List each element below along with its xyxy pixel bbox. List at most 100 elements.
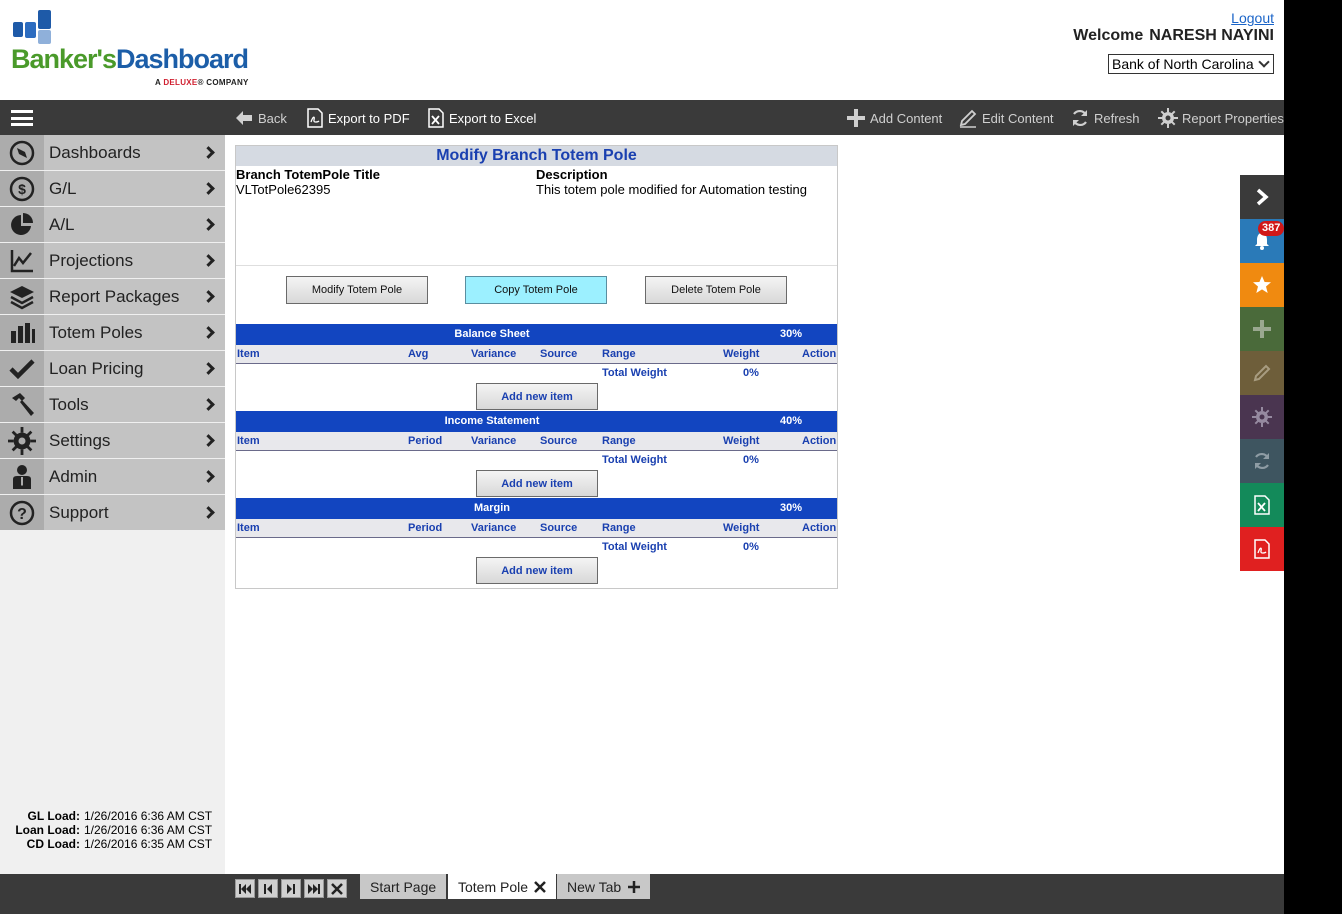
close-icon [331,882,343,895]
rail-refresh-button[interactable] [1240,439,1284,483]
data-load-info: GL Load: 1/26/2016 6:36 AM CST Loan Load:… [15,809,213,851]
chevron-down-icon [1258,56,1270,68]
last-tab-button[interactable] [304,879,324,898]
back-button[interactable]: Back [234,108,287,128]
edit-content-button[interactable]: Edit Content [958,108,1054,128]
close-all-tabs-button[interactable] [327,879,347,898]
refresh-icon [1073,109,1087,127]
sidebar-item-projections[interactable]: Projections [0,243,225,279]
sidebar-item-gl[interactable]: $ G/L [0,171,225,207]
next-icon [287,883,295,894]
pie-chart-icon [0,207,44,242]
tab-new-tab[interactable]: New Tab [557,874,651,899]
back-arrow-icon [236,111,252,125]
rail-export-pdf-button[interactable] [1240,527,1284,571]
refresh-icon [1255,452,1269,470]
delete-totem-pole-button[interactable]: Delete Totem Pole [645,276,787,304]
sidebar-item-support[interactable]: ? Support [0,495,225,531]
skip-first-icon [239,883,251,894]
add-new-item-button[interactable]: Add new item [476,383,598,410]
first-tab-button[interactable] [235,879,255,898]
report-properties-button[interactable]: Report Properties [1158,108,1284,128]
totem-pole-title: VLTotPole62395 [236,182,331,197]
totem-pole-panel: Modify Branch Totem Pole Branch TotemPol… [235,145,838,589]
plus-icon [1253,320,1271,338]
rail-add-content-button[interactable] [1240,307,1284,351]
chevron-right-icon [202,254,215,267]
logo-wordmark: Banker'sDashboard [11,44,249,74]
layers-icon [0,279,44,314]
total-weight-row: Total Weight 0% [602,541,759,553]
sidebar: Dashboards $ G/L A/L Projections Report … [0,135,225,874]
sidebar-item-admin[interactable]: Admin [0,459,225,495]
bar-chart-icon [0,315,44,350]
sidebar-item-tools[interactable]: Tools [0,387,225,423]
pencil-icon [959,109,977,128]
column-headers: Item Avg Variance Source Range Weight Ac… [236,345,837,364]
add-content-button[interactable]: Add Content [846,108,942,128]
chevron-right-icon [202,218,215,231]
totem-pole-info: Branch TotemPole Title VLTotPole62395 De… [236,166,837,266]
checkmark-icon [0,351,44,386]
sidebar-item-totem-poles[interactable]: Totem Poles [0,315,225,351]
excel-icon [1254,495,1270,515]
section-header-income-statement: Income Statement 40% [236,411,837,432]
export-excel-button[interactable]: Export to Excel [427,108,536,128]
welcome-text: Welcome NARESH NAYINI [1073,27,1274,44]
previous-tab-button[interactable] [258,879,278,898]
section-header-margin: Margin 30% [236,498,837,519]
tab-start-page[interactable]: Start Page [360,874,447,899]
chevron-right-icon [202,182,215,195]
column-headers: Item Period Variance Source Range Weight… [236,432,837,451]
chevron-right-icon [202,470,215,483]
tab-totem-pole[interactable]: Totem Pole [448,874,557,899]
section-header-balance-sheet: Balance Sheet 30% [236,324,837,345]
pdf-icon [1254,539,1270,559]
sidebar-item-al[interactable]: A/L [0,207,225,243]
question-icon: ? [0,495,44,530]
chevron-right-icon [202,290,215,303]
sidebar-item-settings[interactable]: Settings [0,423,225,459]
gear-icon [0,423,44,458]
next-tab-button[interactable] [281,879,301,898]
rail-export-excel-button[interactable] [1240,483,1284,527]
copy-totem-pole-button[interactable]: Copy Totem Pole [465,276,607,304]
header: Banker'sDashboard A DELUXE® COMPANY Logo… [0,0,1284,100]
logo-tagline: A DELUXE® COMPANY [155,78,249,87]
logout-link[interactable]: Logout [1231,10,1274,26]
expand-rail-button[interactable] [1240,175,1284,219]
toolbar: Back Export to PDF Export to Excel Add C… [0,100,1284,135]
title-column: Branch TotemPole Title VLTotPole62395 [236,167,380,197]
notifications-button[interactable]: 387 [1240,219,1284,263]
add-new-item-button[interactable]: Add new item [476,557,598,584]
line-chart-icon [0,243,44,278]
sidebar-item-loan-pricing[interactable]: Loan Pricing [0,351,225,387]
rail-edit-content-button[interactable] [1240,351,1284,395]
dollar-icon: $ [0,171,44,206]
compass-icon [0,135,44,170]
modify-totem-pole-button[interactable]: Modify Totem Pole [286,276,428,304]
star-icon [1253,276,1271,293]
action-buttons: Modify Totem Pole Copy Totem Pole Delete… [236,266,837,324]
add-new-item-button[interactable]: Add new item [476,470,598,497]
bank-select[interactable]: Bank of North Carolina [1108,54,1274,74]
column-headers: Item Period Variance Source Range Weight… [236,519,837,538]
plus-icon [847,109,865,127]
chevron-right-icon [202,398,215,411]
hammer-icon [0,387,44,422]
total-weight-row: Total Weight 0% [602,367,759,379]
user-icon [0,459,44,494]
sidebar-item-report-packages[interactable]: Report Packages [0,279,225,315]
skip-last-icon [308,883,320,894]
rail-settings-button[interactable] [1240,395,1284,439]
refresh-button[interactable]: Refresh [1070,108,1140,128]
previous-icon [264,883,272,894]
description-column: Description This totem pole modified for… [536,167,807,197]
gear-icon [1252,407,1272,427]
export-pdf-button[interactable]: Export to PDF [306,108,410,128]
sidebar-item-dashboards[interactable]: Dashboards [0,135,225,171]
close-icon[interactable] [534,880,546,893]
menu-icon[interactable] [11,110,33,126]
favorites-button[interactable] [1240,263,1284,307]
totem-pole-description: This totem pole modified for Automation … [536,182,807,197]
